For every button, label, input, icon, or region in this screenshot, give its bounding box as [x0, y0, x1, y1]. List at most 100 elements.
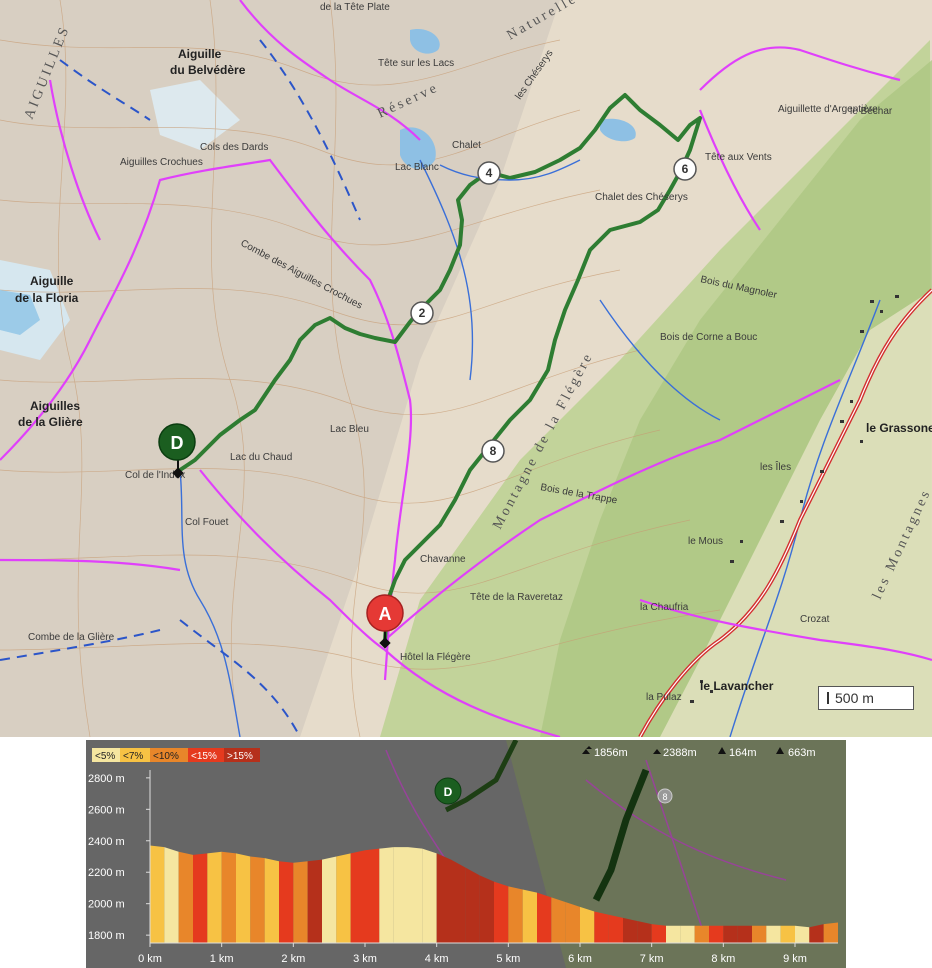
profile-segment — [594, 911, 609, 943]
svg-text:1856m: 1856m — [594, 747, 628, 759]
legend-label: >15% — [227, 751, 253, 762]
waypoint-8[interactable]: 8 — [481, 439, 505, 463]
x-tick-label: 9 km — [783, 953, 807, 965]
profile-marker-8: 8 — [657, 788, 673, 804]
profile-segment — [465, 867, 480, 943]
y-tick-label: 1800 m — [88, 930, 125, 942]
svg-text:Aiguille: Aiguille — [178, 47, 222, 61]
profile-segment — [795, 925, 810, 943]
svg-text:Hôtel la Flégère: Hôtel la Flégère — [400, 652, 471, 663]
profile-segment — [508, 886, 523, 943]
profile-segment — [279, 861, 294, 943]
profile-segment — [193, 853, 208, 943]
profile-segment — [322, 856, 337, 943]
svg-text:Tête aux Vents: Tête aux Vents — [705, 152, 772, 163]
svg-text:D: D — [171, 433, 184, 453]
profile-segment — [580, 906, 595, 943]
svg-text:de la Glière: de la Glière — [18, 415, 83, 429]
svg-text:Bois de Corne a Bouc: Bois de Corne a Bouc — [660, 332, 757, 343]
profile-segment — [365, 848, 380, 943]
x-tick-label: 2 km — [281, 953, 305, 965]
svg-text:Aiguilles Crochues: Aiguilles Crochues — [120, 157, 203, 168]
x-tick-label: 6 km — [568, 953, 592, 965]
svg-text:6: 6 — [682, 162, 689, 176]
svg-text:de la Tête Plate: de la Tête Plate — [320, 2, 390, 13]
svg-text:8: 8 — [490, 444, 497, 458]
profile-segment — [408, 847, 423, 943]
svg-text:164m: 164m — [729, 747, 757, 759]
svg-text:4: 4 — [486, 166, 493, 180]
svg-text:la Chaufria: la Chaufria — [640, 602, 689, 613]
legend-label: <5% — [95, 751, 115, 762]
svg-text:Tête sur les Lacs: Tête sur les Lacs — [378, 58, 454, 69]
svg-text:Cols des Dards: Cols des Dards — [200, 142, 268, 153]
elevation-profile[interactable]: D 8 2800 m 2600 m 2400 m 2200 m 2000 m 1800 m… — [86, 740, 846, 968]
legend-label: <10% — [153, 751, 179, 762]
y-tick-label: 2400 m — [88, 836, 125, 848]
profile-segment — [752, 925, 767, 943]
x-tick-label: 0 km — [138, 953, 162, 965]
svg-text:A: A — [379, 604, 392, 624]
profile-segment — [766, 925, 781, 943]
profile-segment — [236, 853, 251, 943]
slope-legend: <5% <7% <10% <15% >15% — [92, 748, 260, 762]
profile-segment — [551, 897, 566, 943]
svg-text:Chalet: Chalet — [452, 140, 481, 151]
svg-text:Crozat: Crozat — [800, 614, 830, 625]
svg-text:du Belvédère: du Belvédère — [170, 63, 246, 77]
svg-text:Lac du Chaud: Lac du Chaud — [230, 452, 292, 463]
profile-segment — [293, 861, 308, 943]
svg-text:le Grassonet: le Grassonet — [866, 421, 932, 435]
svg-text:Aiguille: Aiguille — [30, 274, 74, 288]
profile-segment — [608, 914, 623, 943]
svg-text:la Pulaz: la Pulaz — [646, 692, 682, 703]
profile-segment — [680, 925, 695, 943]
profile-segment — [451, 859, 466, 943]
profile-segment — [393, 847, 408, 943]
profile-segment — [479, 875, 494, 943]
svg-text:Aiguilles: Aiguilles — [30, 399, 80, 413]
x-tick-label: 5 km — [496, 953, 520, 965]
profile-segment — [494, 881, 509, 943]
svg-text:Chalet des Chéserys: Chalet des Chéserys — [595, 192, 688, 203]
x-tick-label: 7 km — [640, 953, 664, 965]
waypoint-4[interactable]: 4 — [477, 161, 501, 185]
legend-label: <7% — [123, 751, 143, 762]
svg-text:le Béchar: le Béchar — [850, 106, 893, 117]
profile-segment — [207, 851, 222, 943]
svg-text:663m: 663m — [788, 747, 816, 759]
svg-text:Lac Bleu: Lac Bleu — [330, 424, 369, 435]
legend-label: <15% — [191, 751, 217, 762]
svg-text:les Îles: les Îles — [760, 460, 791, 473]
profile-segment — [651, 924, 666, 943]
x-tick-label: 3 km — [353, 953, 377, 965]
y-tick-label: 2000 m — [88, 899, 125, 911]
y-tick-label: 2600 m — [88, 804, 125, 816]
svg-text:2: 2 — [419, 306, 426, 320]
profile-segment — [565, 902, 580, 943]
topo-map[interactable]: de la Tête Plate AIGUILLES Aiguille du B… — [0, 0, 932, 737]
waypoint-2[interactable]: 2 — [410, 301, 434, 325]
profile-segment — [422, 848, 437, 943]
profile-segment — [336, 853, 351, 943]
profile-segment — [637, 920, 652, 943]
profile-segment — [178, 851, 193, 943]
svg-text:Lac Blanc: Lac Blanc — [395, 162, 439, 173]
profile-segment — [150, 845, 165, 943]
profile-segment — [264, 858, 279, 943]
profile-segment — [350, 850, 365, 943]
profile-segment — [537, 892, 552, 943]
profile-segment — [666, 925, 681, 943]
profile-segment — [221, 851, 236, 943]
waypoint-6[interactable]: 6 — [673, 157, 697, 181]
profile-marker-d: D — [434, 777, 462, 805]
y-tick-label: 2800 m — [88, 773, 125, 785]
profile-segment — [379, 847, 394, 943]
x-tick-label: 4 km — [425, 953, 449, 965]
svg-text:de la Floria: de la Floria — [15, 291, 79, 305]
svg-text:2388m: 2388m — [663, 747, 697, 759]
svg-text:D: D — [444, 785, 453, 799]
profile-segment — [780, 925, 795, 943]
svg-text:Chavanne: Chavanne — [420, 554, 466, 565]
profile-segment — [307, 859, 322, 943]
